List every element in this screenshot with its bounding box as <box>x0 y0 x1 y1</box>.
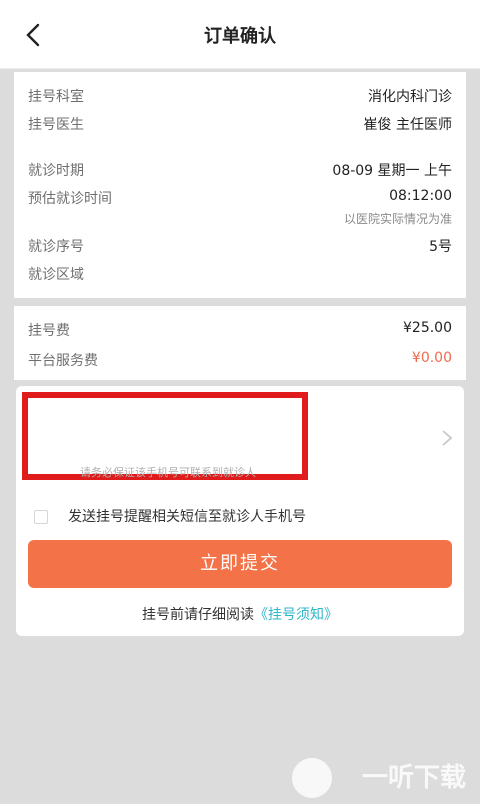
time-value: 08:12:00 <box>389 188 452 204</box>
watermark-logo-icon <box>292 758 332 798</box>
nav-header: 订单确认 <box>0 0 480 69</box>
doctor-label: 挂号医生 <box>28 117 84 133</box>
watermark-text: 一听下载 <box>361 763 466 793</box>
reg-fee-value: ¥25.00 <box>403 320 452 336</box>
phone-hint: 请务必保证该手机号可联系到就诊人 <box>80 466 256 479</box>
reg-fee-label: 挂号费 <box>28 323 70 339</box>
time-label: 预估就诊时间 <box>28 191 112 207</box>
fees-card: 挂号费 ¥25.00 平台服务费 ¥0.00 <box>14 306 466 380</box>
page-title: 订单确认 <box>204 26 276 47</box>
dept-value: 消化内科门诊 <box>368 89 452 105</box>
patient-phone-selector[interactable]: 请务必保证该手机号可联系到就诊人 <box>22 392 308 480</box>
notice-line: 挂号前请仔细阅读《挂号须知》 <box>16 604 464 624</box>
date-label: 就诊时期 <box>28 163 84 179</box>
service-fee-value: ¥0.00 <box>411 350 452 366</box>
sms-label: 发送挂号提醒相关短信至就诊人手机号 <box>68 509 306 525</box>
time-note: 以医院实际情况为准 <box>343 212 452 226</box>
area-label: 就诊区域 <box>28 267 84 283</box>
registration-notice-link[interactable]: 《挂号须知》 <box>254 607 338 623</box>
doctor-value: 崔俊 主任医师 <box>363 117 452 133</box>
service-fee-label: 平台服务费 <box>28 353 98 369</box>
sms-checkbox[interactable] <box>34 510 48 524</box>
seq-value: 5号 <box>429 239 452 255</box>
dept-label: 挂号科室 <box>28 89 84 105</box>
date-value: 08-09 星期一 上午 <box>332 163 452 179</box>
appointment-info-card: 挂号科室 消化内科门诊 挂号医生 崔俊 主任医师 就诊时期 08-09 星期一 … <box>14 72 466 298</box>
notice-text: 挂号前请仔细阅读 <box>142 607 254 623</box>
submit-button[interactable]: 立即提交 <box>28 540 452 588</box>
chevron-right-icon[interactable] <box>440 428 454 448</box>
seq-label: 就诊序号 <box>28 239 84 255</box>
confirm-panel: 请务必保证该手机号可联系到就诊人 发送挂号提醒相关短信至就诊人手机号 立即提交 … <box>16 386 464 636</box>
